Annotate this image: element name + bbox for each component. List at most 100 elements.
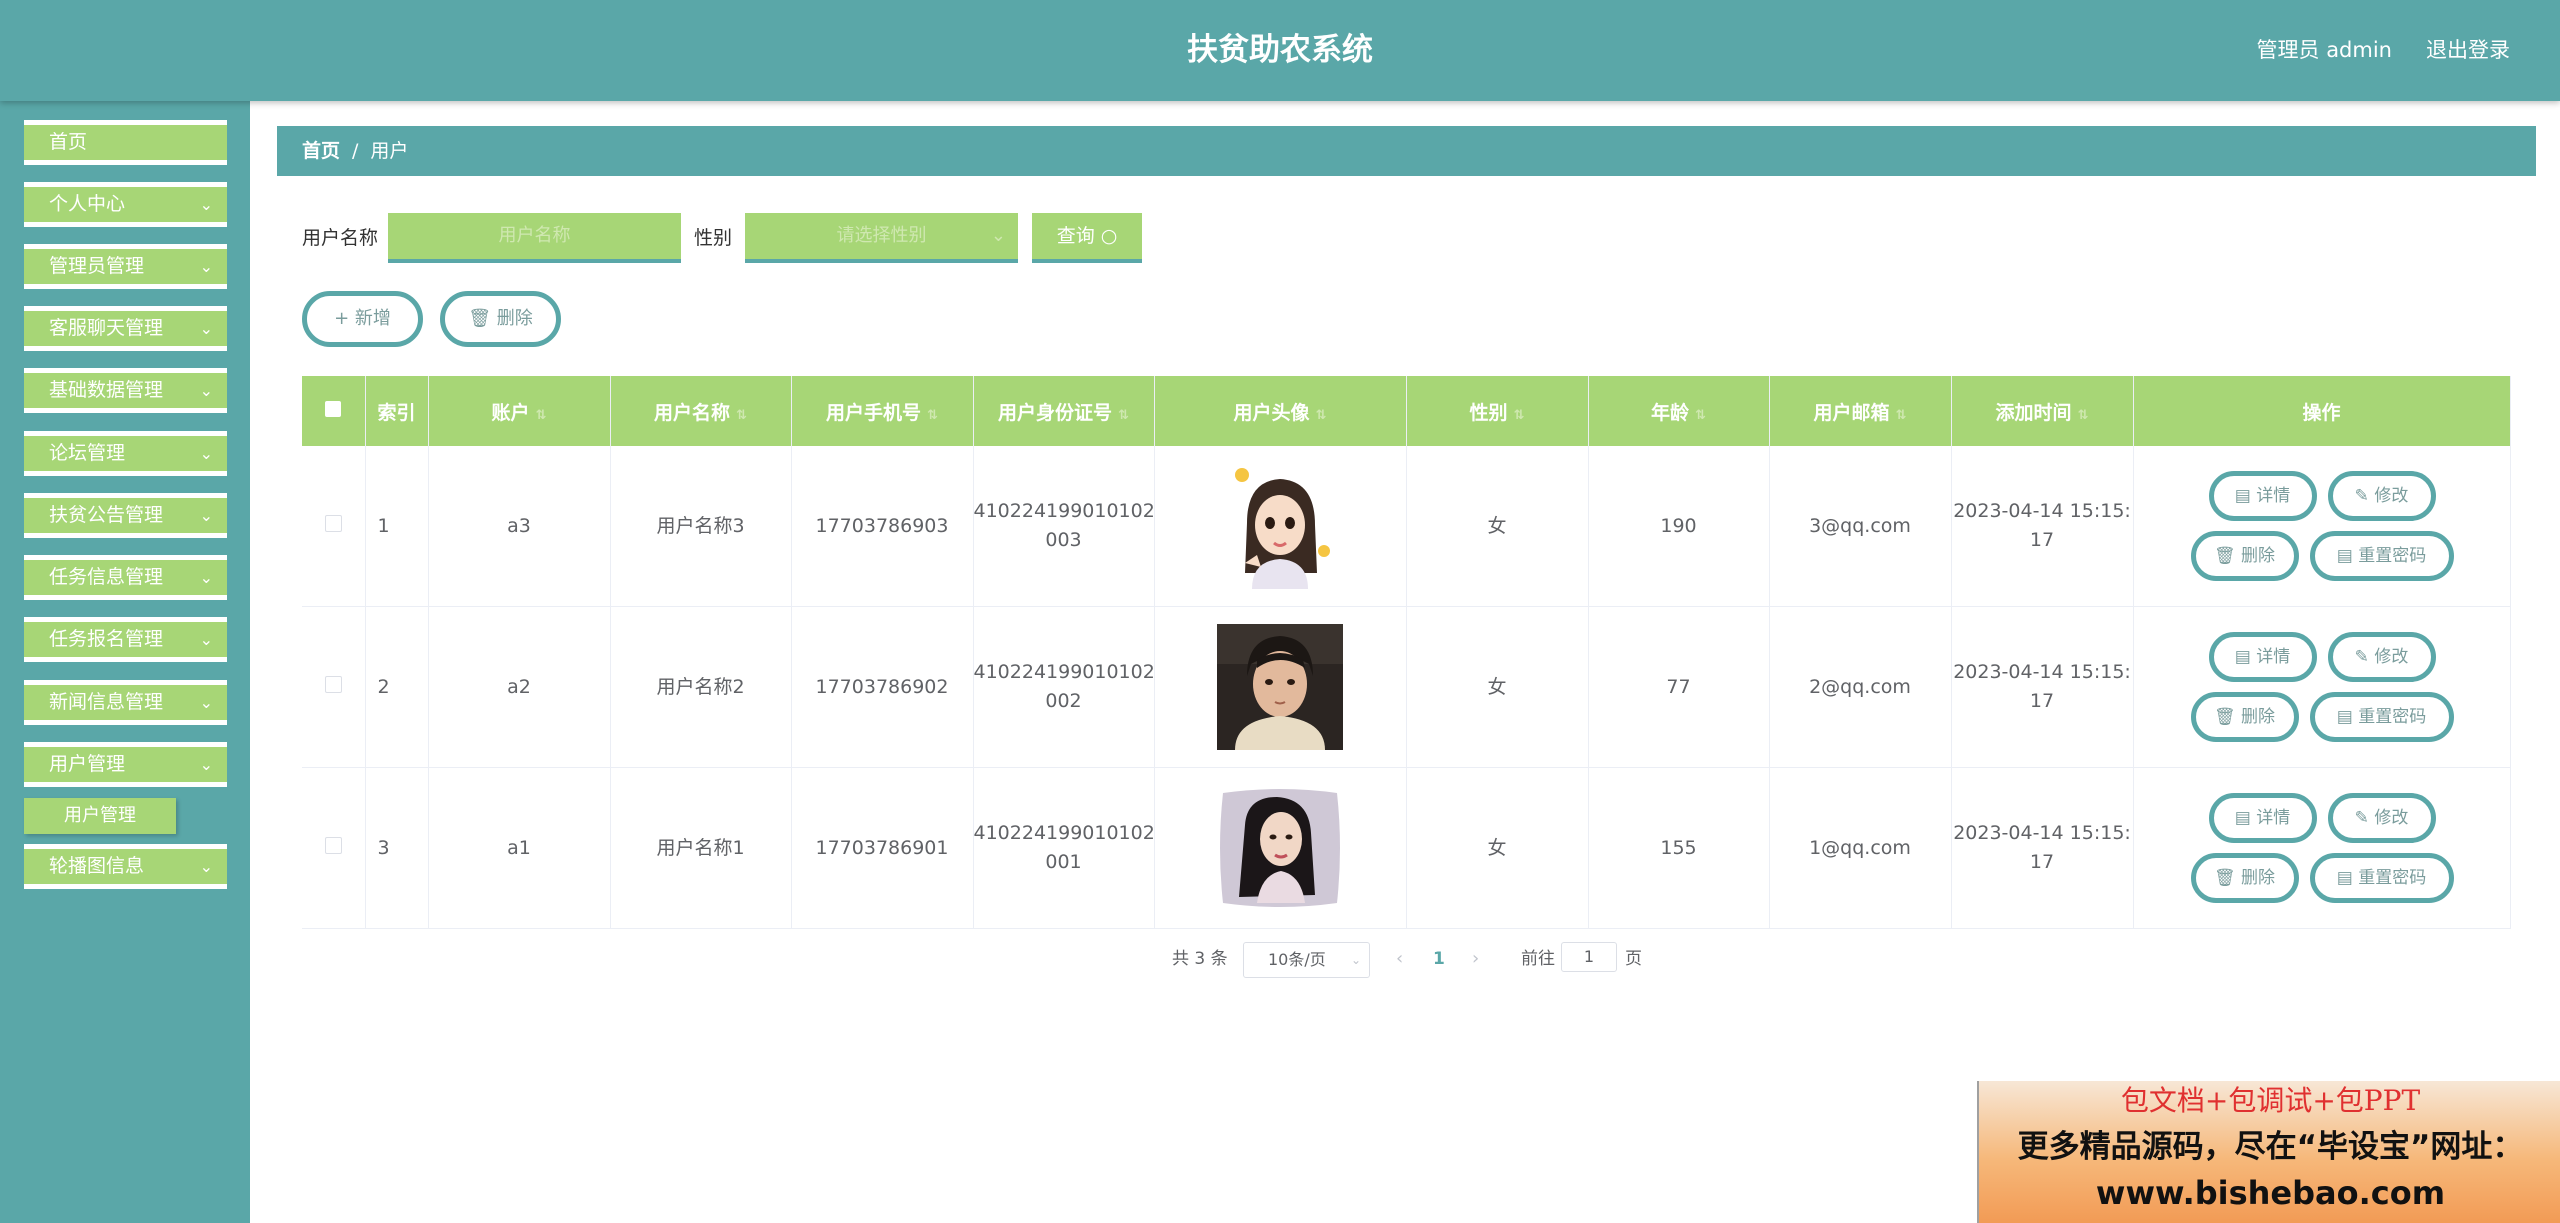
detail-button[interactable]: ▤ 详情 — [2208, 632, 2317, 682]
id-line: 001 — [1045, 851, 1082, 873]
checkbox-icon — [324, 514, 342, 532]
row-delete-button[interactable]: 🗑 删除 — [2190, 692, 2299, 742]
next-page-icon[interactable]: › — [1472, 944, 1479, 974]
sidebar-item-carousel[interactable]: 轮播图信息 ⌄ — [24, 844, 227, 889]
query-button[interactable]: 查询 ○ — [1032, 213, 1142, 263]
cell-operations: ▤ 详情 ✎ 修改 🗑 删除 ▤ 重置密码 — [2133, 606, 2511, 768]
row-delete-button[interactable]: 🗑 删除 — [2190, 853, 2299, 903]
cell-phone: 17703786902 — [791, 606, 974, 768]
cell-gender: 女 — [1406, 767, 1589, 929]
chevron-down-icon: ⌄ — [990, 225, 1006, 246]
edit-icon: ✎ — [2354, 486, 2369, 506]
sort-icon: ⇅ — [535, 407, 547, 423]
sidebar-item-base-data[interactable]: 基础数据管理 ⌄ — [24, 368, 227, 413]
row-checkbox[interactable] — [302, 606, 366, 768]
young-man-photo[interactable] — [1217, 624, 1343, 750]
cell-age: 155 — [1588, 767, 1770, 929]
column-header-sortable[interactable]: 用户手机号 ⇅ — [791, 376, 974, 446]
id-line: 002 — [1045, 690, 1082, 712]
add-button[interactable]: + 新增 — [302, 291, 423, 347]
bulk-delete-button[interactable]: 🗑 删除 — [440, 291, 561, 347]
detail-label: 详情 — [2256, 647, 2291, 667]
gender-select[interactable]: 请选择性别 ⌄ — [745, 213, 1018, 263]
id-line: 003 — [1045, 529, 1082, 551]
logout-link[interactable]: 退出登录 — [2426, 0, 2510, 101]
detail-button[interactable]: ▤ 详情 — [2208, 793, 2317, 843]
prev-page-icon[interactable]: ‹ — [1396, 944, 1403, 974]
page-size-select[interactable]: 10条/页 ⌄ — [1243, 942, 1370, 978]
column-header-sortable[interactable]: 性别 ⇅ — [1406, 376, 1589, 446]
column-header-sortable[interactable]: 年龄 ⇅ — [1588, 376, 1770, 446]
sidebar-item-home[interactable]: 首页 — [24, 120, 227, 165]
admin-label: 管理员 admin — [2256, 38, 2392, 62]
username-input[interactable]: 用户名称 — [388, 213, 681, 263]
reset-label: 重置密码 — [2358, 707, 2427, 727]
woman-pillow-photo[interactable] — [1217, 785, 1343, 911]
page-suffix: 页 — [1625, 949, 1642, 969]
delete-label: 删除 — [2241, 868, 2275, 888]
checkbox-icon — [325, 401, 342, 417]
gender-select-placeholder: 请选择性别 — [836, 225, 927, 246]
app-title: 扶贫助农系统 — [1187, 32, 1373, 68]
column-header-sortable[interactable]: 添加时间 ⇅ — [1951, 376, 2134, 446]
row-checkbox[interactable] — [302, 446, 366, 607]
goto-label: 前往 — [1521, 949, 1555, 969]
column-header: 索引 — [365, 376, 429, 446]
sidebar-item-task-info[interactable]: 任务信息管理 ⌄ — [24, 555, 227, 600]
sidebar-item-task-signup[interactable]: 任务报名管理 ⌄ — [24, 617, 227, 662]
goto-page-input[interactable]: 1 — [1561, 942, 1617, 972]
document-icon: ▤ — [2336, 707, 2353, 727]
row-delete-button[interactable]: 🗑 删除 — [2190, 531, 2299, 581]
sidebar-item-label: 首页 — [49, 131, 88, 153]
sidebar-item-chat-management[interactable]: 客服聊天管理 ⌄ — [24, 306, 227, 351]
chevron-down-icon: ⌄ — [199, 857, 213, 876]
sidebar-subitem-user-management[interactable]: 用户管理 — [24, 798, 176, 834]
sidebar-item-news[interactable]: 新闻信息管理 ⌄ — [24, 680, 227, 725]
select-all-checkbox[interactable] — [302, 376, 366, 446]
column-header-label: 年龄 — [1651, 401, 1690, 424]
chevron-down-icon: ⌄ — [199, 630, 213, 649]
sidebar-item-label: 论坛管理 — [49, 442, 126, 464]
sidebar-item-forum[interactable]: 论坛管理 ⌄ — [24, 431, 227, 476]
time-line: 17 — [2029, 529, 2055, 551]
sidebar-item-admin-management[interactable]: 管理员管理 ⌄ — [24, 244, 227, 289]
cell-gender: 女 — [1406, 446, 1589, 607]
detail-button[interactable]: ▤ 详情 — [2208, 471, 2317, 521]
time-line: 2023-04-14 15:15: — [1953, 822, 2131, 844]
trash-icon: 🗑 — [2214, 868, 2236, 888]
row-checkbox[interactable] — [302, 767, 366, 929]
column-header-sortable[interactable]: 账户 ⇅ — [428, 376, 611, 446]
cell-avatar — [1154, 446, 1407, 607]
page-number-current[interactable]: 1 — [1433, 944, 1445, 974]
chevron-down-icon: ⌄ — [1350, 953, 1361, 967]
edit-icon: ✎ — [2354, 647, 2369, 667]
user-table: 索引 账户 ⇅ 用户名称 ⇅ 用户手机号 ⇅ 用户身份证号 ⇅ 用户头像 ⇅ 性别 ⇅ 年龄… — [302, 376, 2511, 929]
detail-label: 详情 — [2256, 808, 2291, 828]
sidebar-item-label: 轮播图信息 — [49, 855, 145, 877]
column-header-sortable[interactable]: 用户名称 ⇅ — [610, 376, 792, 446]
edit-label: 修改 — [2374, 486, 2409, 506]
column-header-sortable[interactable]: 用户头像 ⇅ — [1154, 376, 1407, 446]
edit-button[interactable]: ✎ 修改 — [2327, 793, 2436, 843]
sidebar-item-label: 用户管理 — [49, 753, 126, 775]
cell-added-time: 2023-04-14 15:15: 17 — [1951, 606, 2134, 768]
column-header-sortable[interactable]: 用户身份证号 ⇅ — [973, 376, 1155, 446]
edit-button[interactable]: ✎ 修改 — [2327, 632, 2436, 682]
cartoon-girl-avatar[interactable] — [1217, 463, 1343, 589]
sidebar-item-users[interactable]: 用户管理 ⌄ — [24, 742, 227, 787]
reset-password-button[interactable]: ▤ 重置密码 — [2309, 692, 2454, 742]
breadcrumb-separator: / — [352, 140, 359, 162]
reset-password-button[interactable]: ▤ 重置密码 — [2309, 853, 2454, 903]
pagination-total: 共 3 条 — [1172, 949, 1228, 969]
cell-email: 1@qq.com — [1769, 767, 1952, 929]
column-header-sortable[interactable]: 用户邮箱 ⇅ — [1769, 376, 1952, 446]
edit-button[interactable]: ✎ 修改 — [2327, 471, 2436, 521]
sidebar-item-profile[interactable]: 个人中心 ⌄ — [24, 182, 227, 227]
sidebar-item-announcement[interactable]: 扶贫公告管理 ⌄ — [24, 493, 227, 538]
cell-age: 77 — [1588, 606, 1770, 768]
reset-password-button[interactable]: ▤ 重置密码 — [2309, 531, 2454, 581]
sort-icon: ⇅ — [1695, 407, 1706, 423]
breadcrumb-home[interactable]: 首页 — [302, 140, 340, 162]
cell-added-time: 2023-04-14 15:15: 17 — [1951, 767, 2134, 929]
document-icon: ▤ — [2234, 486, 2251, 506]
